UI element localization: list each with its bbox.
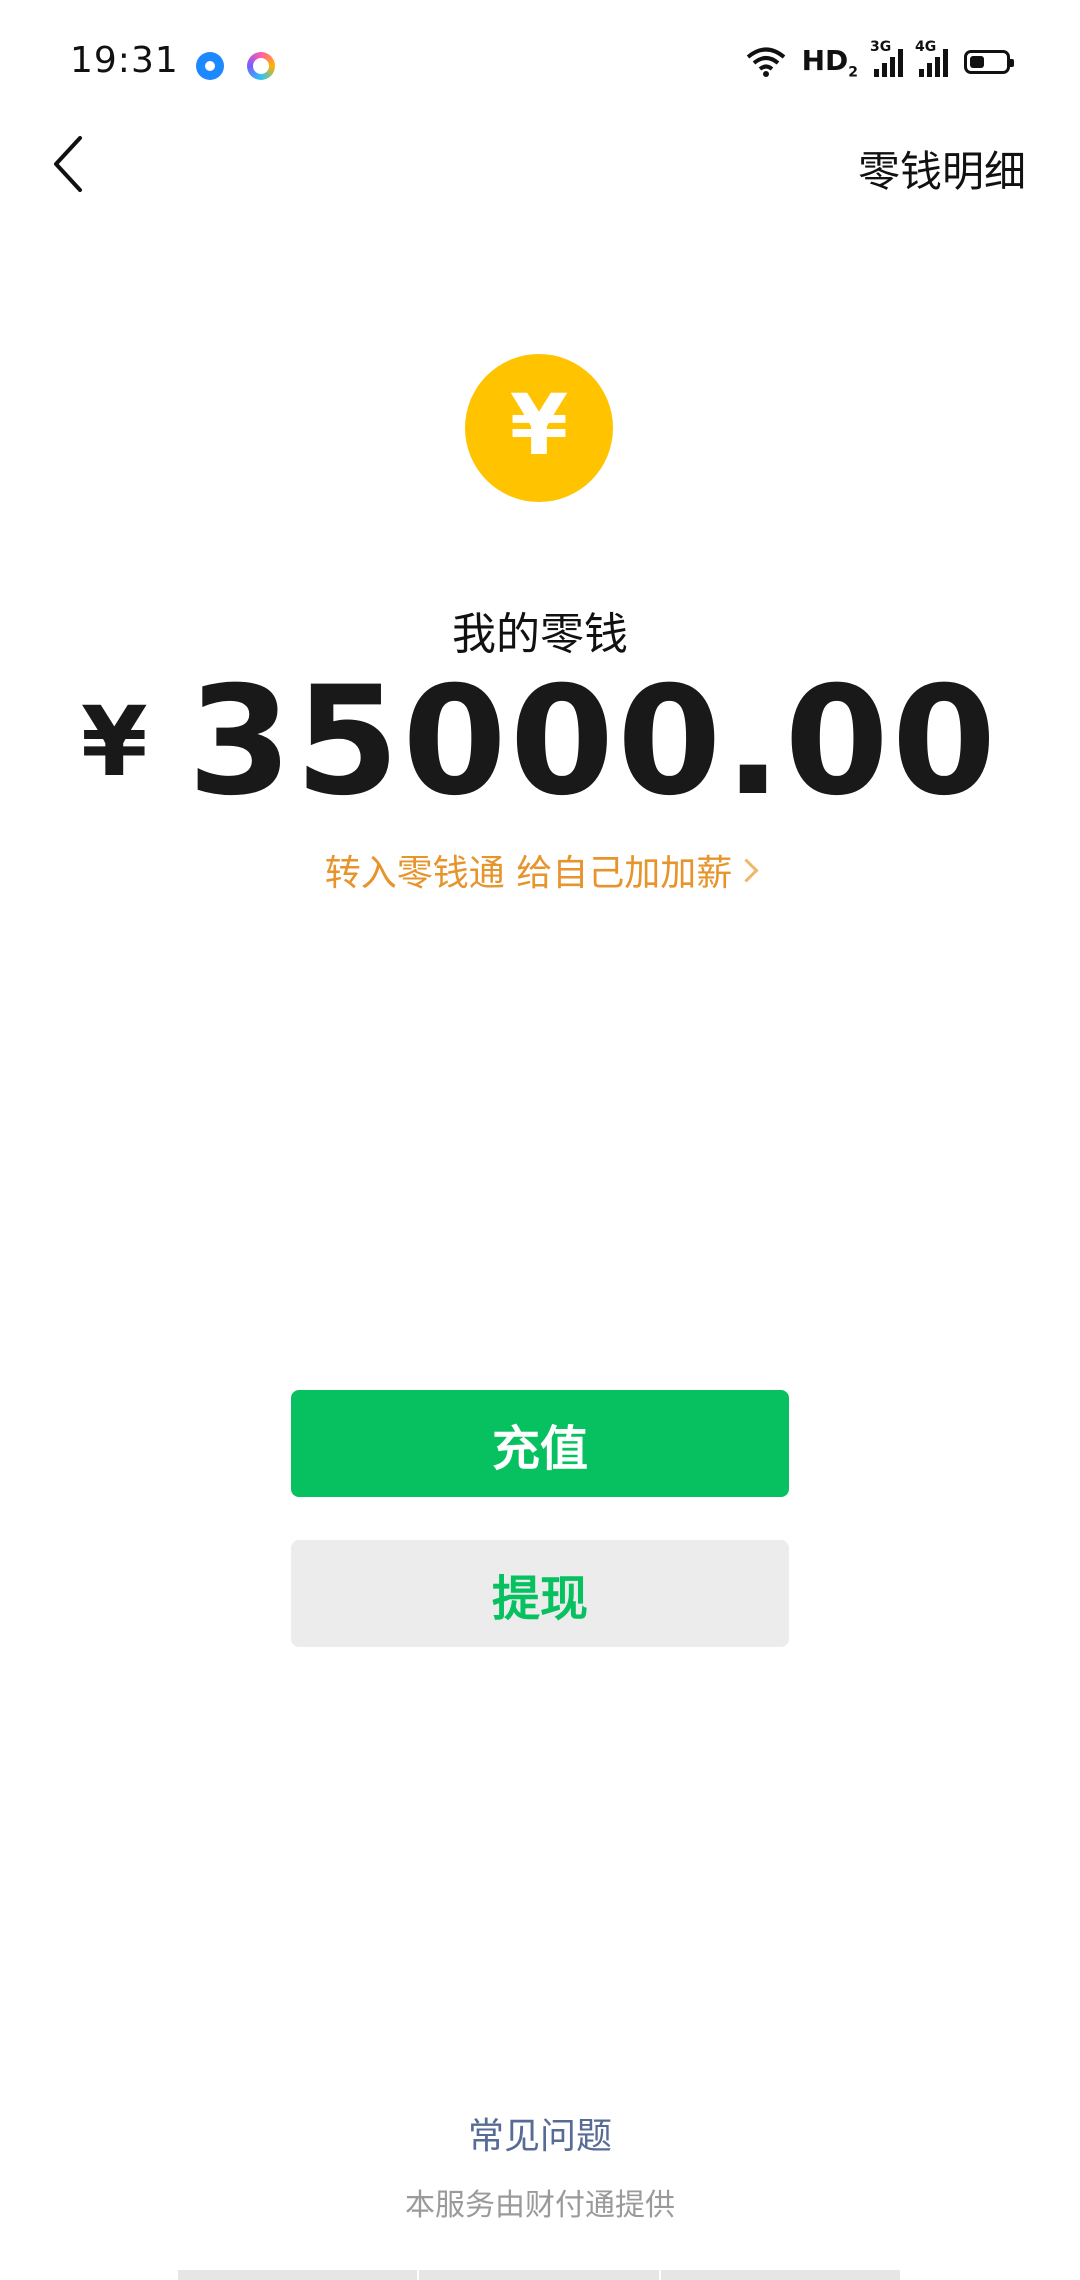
recharge-button[interactable]: 充值 — [291, 1390, 789, 1497]
faq-link[interactable]: 常见问题 — [0, 2107, 1080, 2159]
chevron-right-icon — [734, 858, 759, 883]
messaging-app-icon — [247, 52, 275, 80]
promo-link[interactable]: 转入零钱通 给自己加加薪 — [0, 844, 1080, 896]
yuan-symbol: ¥ — [509, 376, 569, 474]
notification-app-icon — [196, 52, 224, 80]
battery-icon — [964, 50, 1014, 74]
balance-detail-link[interactable]: 零钱明细 — [858, 138, 1026, 199]
hd-indicator: HD2 — [801, 43, 858, 81]
currency-symbol: ¥ — [80, 686, 148, 798]
balance-amount: ¥35000.00 — [0, 655, 1080, 829]
page-title: 我的零钱 — [452, 609, 628, 660]
signal-icon: 3G — [870, 39, 903, 77]
chevron-left-icon[interactable] — [46, 132, 94, 196]
provider-note: 本服务由财付通提供 — [405, 2188, 675, 2223]
bottom-bar — [178, 2270, 900, 2280]
status-indicators: HD2 3G 4G — [746, 39, 1014, 82]
promo-label: 转入零钱通 给自己加加薪 — [324, 853, 733, 894]
withdraw-button[interactable]: 提现 — [291, 1540, 789, 1647]
status-time: 19:31 — [70, 40, 179, 81]
amount-value: 35000.00 — [187, 655, 1000, 829]
coin-icon: ¥ — [465, 354, 613, 502]
wifi-icon — [746, 47, 785, 77]
signal-icon: 4G — [915, 39, 948, 77]
